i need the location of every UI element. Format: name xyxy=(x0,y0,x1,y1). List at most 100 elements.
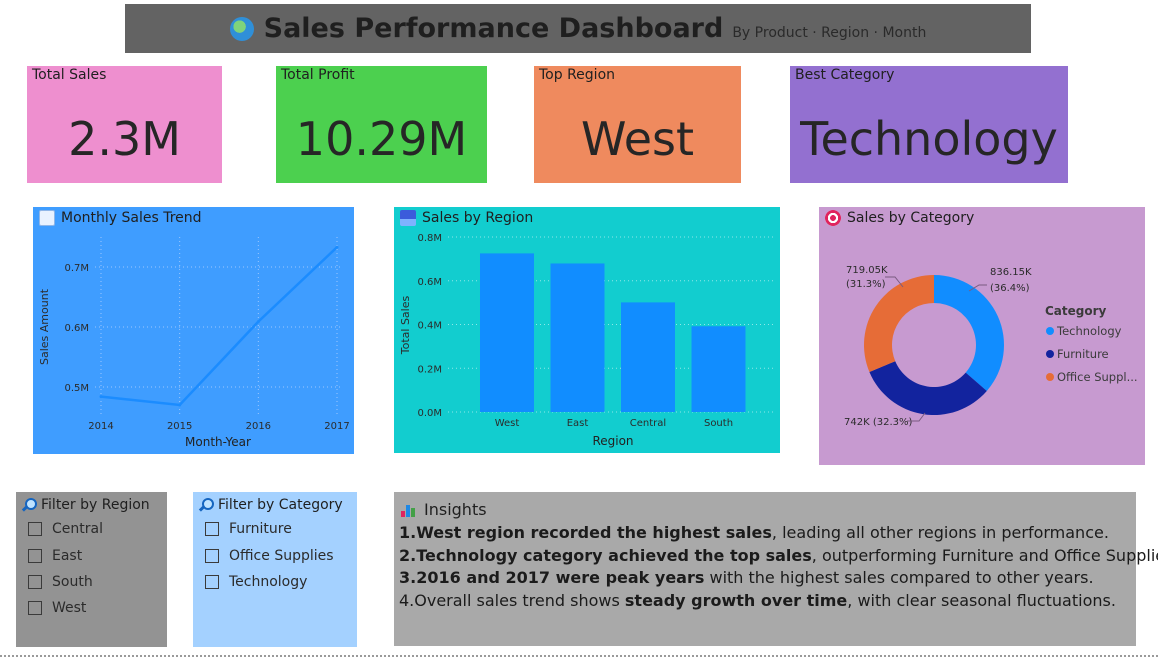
page-title: Sales Performance Dashboard xyxy=(263,13,724,44)
insight-line-2: 2.Technology category achieved the top s… xyxy=(399,546,1158,565)
checkbox[interactable] xyxy=(205,575,219,589)
dashboard-header: Sales Performance Dashboard By Product ·… xyxy=(125,4,1031,53)
kpi-label: Best Category xyxy=(795,67,895,83)
footer-divider xyxy=(0,655,1158,657)
insight-pre: 4.Overall sales trend shows xyxy=(399,591,625,610)
category-chart-svg: 836.15K (36.4%) 742K (32.3%) 719.05K (31.3%)… xyxy=(844,265,1138,428)
search-icon xyxy=(199,498,214,512)
kpi-total-profit[interactable]: Total Profit 10.29M xyxy=(276,66,487,183)
legend-marker xyxy=(1046,350,1054,358)
slice-value-label: 719.05K xyxy=(846,265,888,276)
checkbox[interactable] xyxy=(28,522,42,536)
slice-pct-label: (31.3%) xyxy=(846,279,886,290)
bar-south xyxy=(691,326,746,412)
y-tick-label: 0.4M xyxy=(417,321,442,332)
x-tick-label: South xyxy=(704,418,733,429)
insights-title: Insights xyxy=(401,500,487,519)
kpi-value: 10.29M xyxy=(295,112,468,166)
region-option-east[interactable]: East xyxy=(28,548,82,564)
checkbox[interactable] xyxy=(28,575,42,589)
insight-bold: West region recorded the highest sales xyxy=(416,523,772,542)
insight-rest: , leading all other regions in performan… xyxy=(771,523,1109,542)
region-option-label: West xyxy=(52,600,87,616)
insight-bold: 2016 and 2017 were peak years xyxy=(416,568,705,587)
x-tick-label: West xyxy=(495,418,520,429)
bar-east xyxy=(550,263,605,412)
insight-prefix: 3. xyxy=(399,568,417,587)
category-option-office-supplies[interactable]: Office Supplies xyxy=(205,548,334,564)
search-icon xyxy=(22,498,37,512)
legend-marker xyxy=(1046,373,1054,381)
data-point xyxy=(256,320,260,324)
sales-trend-line xyxy=(100,246,338,407)
kpi-value: West xyxy=(580,112,695,166)
category-option-furniture[interactable]: Furniture xyxy=(205,521,292,537)
y-tick-label: 0.8M xyxy=(417,233,442,244)
category-option-technology[interactable]: Technology xyxy=(205,574,307,590)
data-point xyxy=(335,245,339,249)
checkbox[interactable] xyxy=(28,601,42,615)
insight-rest: with the highest sales compared to other… xyxy=(704,568,1094,587)
insights-title-text: Insights xyxy=(424,500,487,519)
globe-icon xyxy=(229,16,254,41)
insight-rest: , outperforming Furniture and Office Sup… xyxy=(811,546,1158,565)
x-tick-label: East xyxy=(567,418,589,429)
kpi-value: Technology xyxy=(800,112,1058,166)
legend-label: Furniture xyxy=(1057,347,1109,361)
kpi-value: 2.3M xyxy=(68,112,181,166)
bar-central xyxy=(621,302,675,412)
insights-panel: Insights 1.West region recorded the high… xyxy=(394,492,1158,646)
bar-west xyxy=(480,253,534,412)
checkbox[interactable] xyxy=(205,549,219,563)
y-axis-label: Total Sales xyxy=(399,296,412,356)
insight-line-1: 1.West region recorded the highest sales… xyxy=(399,523,1109,542)
kpi-label: Top Region xyxy=(539,67,616,83)
region-filter-title: Filter by Region xyxy=(22,497,150,513)
kpi-label: Total Profit xyxy=(281,67,355,83)
category-option-label: Technology xyxy=(229,574,308,590)
legend-label: Office Suppl... xyxy=(1057,370,1138,384)
x-axis-label: Month-Year xyxy=(185,435,251,449)
data-point xyxy=(99,395,103,399)
legend-title: Category xyxy=(1045,304,1107,318)
region-option-west[interactable]: West xyxy=(28,600,86,616)
insight-prefix: 2. xyxy=(399,546,417,565)
category-option-label: Office Supplies xyxy=(229,548,334,564)
kpi-total-sales[interactable]: Total Sales 2.3M xyxy=(27,66,222,183)
insight-rest: , with clear seasonal fluctuations. xyxy=(847,591,1116,610)
region-option-south[interactable]: South xyxy=(28,574,93,590)
y-tick-label: 0.6M xyxy=(64,323,89,334)
y-axis-label: Sales Amount xyxy=(38,288,51,365)
trend-chart-svg: 0.5M 0.6M 0.7M 2014 2015 2016 2017 Month-Year Sa… xyxy=(38,237,350,449)
insight-bold: Technology category achieved the top sal… xyxy=(416,546,812,565)
region-option-central[interactable]: Central xyxy=(28,521,103,537)
insight-bold: steady growth over time xyxy=(624,591,848,610)
x-axis-label: Region xyxy=(592,434,633,448)
page-subtitle: By Product · Region · Month xyxy=(732,25,927,41)
legend-label: Technology xyxy=(1056,324,1122,338)
trend-chart-card[interactable]: Monthly Sales Trend 0.5M 0.6M 0.7M 2014 2015… xyxy=(33,207,354,454)
slice-value-label: 836.15K xyxy=(990,267,1032,278)
y-tick-label: 0.5M xyxy=(64,383,89,394)
kpi-best-category[interactable]: Best Category Technology xyxy=(790,66,1068,183)
category-chart-card[interactable]: Sales by Category 836.15K (36.4%) 742K (32… xyxy=(819,207,1145,465)
x-tick-label: Central xyxy=(630,418,666,429)
region-filter-title-text: Filter by Region xyxy=(41,497,150,513)
region-chart-card[interactable]: Sales by Region 0.0M 0.2M 0.4M 0.6M 0.8M West… xyxy=(394,207,780,453)
y-tick-label: 0.2M xyxy=(417,364,442,375)
region-option-label: Central xyxy=(52,521,103,537)
region-option-label: East xyxy=(52,548,83,564)
x-tick-label: 2017 xyxy=(324,421,349,432)
checkbox[interactable] xyxy=(205,522,219,536)
category-filter-title-text: Filter by Category xyxy=(218,497,343,513)
checkbox[interactable] xyxy=(28,549,42,563)
region-filter-panel: Filter by Region Central East South West xyxy=(16,492,167,647)
slice-pct-label: (36.4%) xyxy=(990,283,1030,294)
region-chart-svg: 0.0M 0.2M 0.4M 0.6M 0.8M West East Central South… xyxy=(399,233,774,448)
insight-line-3: 3.2016 and 2017 were peak years with the… xyxy=(399,568,1094,587)
insight-prefix: 1. xyxy=(399,523,417,542)
region-option-label: South xyxy=(52,574,93,590)
x-tick-label: 2014 xyxy=(88,421,113,432)
kpi-top-region[interactable]: Top Region West xyxy=(534,66,741,183)
legend-marker xyxy=(1046,327,1054,335)
